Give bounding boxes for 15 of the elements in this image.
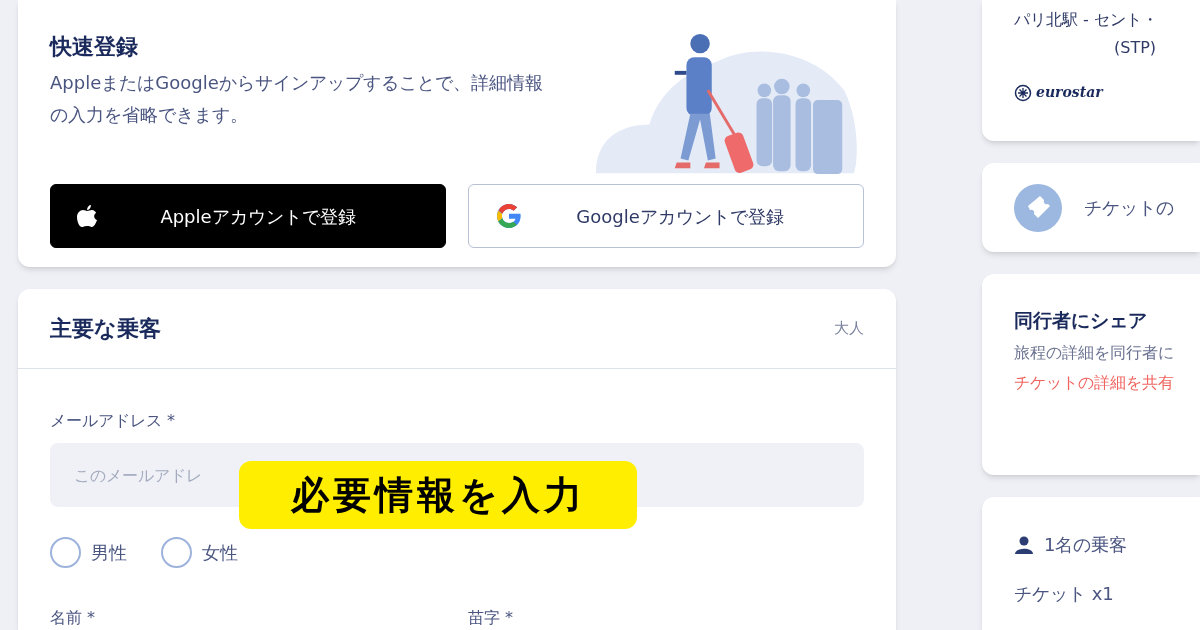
- ticket-count: チケット x1: [1014, 582, 1115, 606]
- field-label: 苗字 *: [468, 607, 515, 629]
- card-title: 快速登録: [50, 33, 139, 61]
- route-stations: パリ北駅 - セント・: [1014, 9, 1159, 31]
- card-description: AppleまたはGoogleからサインアップすることで、詳細情報の入力を省略できます。: [50, 71, 544, 127]
- card-description: 旅程の詳細を同行者に: [1014, 341, 1175, 364]
- card-title: 主要な乗客: [50, 315, 161, 343]
- field-label: 名前 *: [50, 607, 97, 629]
- field-label: メールアドレス *: [50, 410, 177, 432]
- card-title: 同行者にシェア: [1014, 308, 1148, 333]
- passenger-type-label: 大人: [834, 318, 864, 340]
- station-code: (STP): [1114, 37, 1158, 59]
- operator-logo-text: eurostar: [1036, 83, 1103, 102]
- caption-tooltip: 必要情報を入力: [239, 461, 637, 529]
- passenger-count: 1名の乗客: [1044, 533, 1128, 557]
